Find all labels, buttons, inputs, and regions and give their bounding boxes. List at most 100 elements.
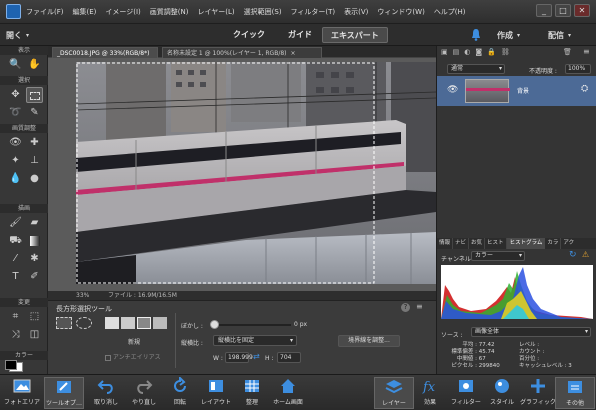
adjustment-layer-icon[interactable]: ◐ [464, 48, 470, 58]
subtract-selection-icon[interactable] [137, 317, 151, 329]
quick-selection-tool-icon[interactable]: ✎ [26, 105, 43, 121]
refine-edge-button[interactable]: 境界線を調整... [338, 335, 400, 347]
pencil-tool-icon[interactable]: ✐ [26, 269, 43, 285]
layers-button[interactable]: レイヤー [374, 377, 414, 409]
brush-tool-icon[interactable]: 🖌 [7, 215, 24, 231]
move-tool-icon[interactable]: ✥ [7, 87, 24, 103]
clone-stamp-tool-icon[interactable]: ⊥ [26, 153, 43, 169]
custom-shape-tool-icon[interactable]: ✱ [26, 251, 43, 267]
menu-view[interactable]: 表示(V) [344, 7, 368, 17]
blur-tool-icon[interactable]: 💧 [7, 171, 24, 187]
opacity-input[interactable]: 100% [565, 64, 591, 74]
content-aware-move-tool-icon[interactable]: ⤨ [7, 327, 24, 343]
height-input[interactable]: 704 [277, 352, 301, 363]
open-button[interactable]: 開く ▾ [6, 27, 29, 43]
crop-tool-icon[interactable]: ⌗ [7, 309, 24, 325]
tab-histogram[interactable]: ヒストグラム [506, 238, 546, 249]
options-menu-icon[interactable]: ≡ [416, 302, 423, 311]
menu-edit[interactable]: 編集(E) [73, 7, 97, 17]
new-selection-icon[interactable] [105, 317, 119, 329]
lock-icon[interactable]: 🔒 [487, 48, 496, 58]
tab-quick[interactable]: クイック [225, 27, 273, 43]
foreground-color-swatch[interactable] [5, 360, 17, 370]
ellipse-marquee-option-icon[interactable] [76, 317, 92, 329]
document-tab-1[interactable]: _DSC0018.JPG @ 33%(RGB/8*) × [52, 47, 158, 68]
type-tool-icon[interactable]: T [7, 269, 24, 285]
tool-options-button[interactable]: ツールオプ… [44, 377, 84, 409]
document-tab-2[interactable]: 名称未設定 1 @ 100%(レイヤー 1, RGB/8) × [162, 47, 322, 58]
styles-button[interactable]: スタイル [482, 377, 522, 409]
undo-button[interactable]: 取り消し [86, 377, 126, 409]
tab-navigator[interactable]: ナビ [453, 238, 470, 249]
width-input[interactable]: 198.999 [225, 352, 253, 363]
blend-mode-select[interactable]: 通常 ▾ [447, 64, 505, 74]
share-button[interactable]: 配信 ▾ [548, 27, 571, 43]
straighten-tool-icon[interactable]: ◫ [26, 327, 43, 343]
swap-dimensions-icon[interactable]: ⇄ [253, 352, 260, 361]
menu-select[interactable]: 選択範囲(S) [244, 7, 282, 17]
effects-button[interactable]: fx 効果 [410, 377, 450, 409]
lasso-tool-icon[interactable]: ➰ [7, 105, 24, 121]
rotate-button[interactable]: 回転 [160, 377, 200, 409]
spot-healing-tool-icon[interactable]: ✚ [26, 135, 43, 151]
canvas-area[interactable] [48, 58, 436, 291]
panel-menu-icon[interactable]: ≡ [583, 47, 590, 56]
sponge-tool-icon[interactable]: ● [26, 171, 43, 187]
smart-brush-tool-icon[interactable]: ✦ [7, 153, 24, 169]
layer-lock-icon[interactable]: ⛭ [581, 84, 588, 94]
photo-bin-button[interactable]: フォトエリア [2, 377, 42, 409]
filters-button[interactable]: フィルター [446, 377, 486, 409]
antialias-checkbox[interactable]: アンチエイリアス [105, 352, 161, 361]
menu-window[interactable]: ウィンドウ(W) [377, 7, 424, 17]
zoom-tool-icon[interactable]: 🔍 [7, 57, 24, 73]
tab-expert[interactable]: エキスパート [322, 27, 388, 43]
organizer-button[interactable]: 整理 [232, 377, 272, 409]
paint-bucket-tool-icon[interactable]: ⛟ [7, 233, 24, 249]
tab-actions[interactable]: アク [561, 238, 576, 249]
redo-button[interactable]: やり直し [124, 377, 164, 409]
graphics-button[interactable]: グラフィック [518, 377, 558, 409]
close-button[interactable]: ✕ [574, 4, 590, 17]
tab-info[interactable]: 情報 [437, 238, 454, 249]
visibility-eye-icon[interactable]: 👁 [447, 85, 458, 95]
tab-favorites[interactable]: お気 [469, 238, 486, 249]
tab-guided[interactable]: ガイド [280, 27, 320, 43]
menu-file[interactable]: ファイル(F) [26, 7, 64, 17]
minimize-button[interactable]: _ [536, 4, 552, 17]
tab-hist[interactable]: ヒスト [485, 238, 507, 249]
menu-help[interactable]: ヘルプ(H) [434, 7, 466, 17]
source-select[interactable]: 画像全体 ▾ [471, 327, 591, 337]
create-button[interactable]: 作成 ▾ [497, 27, 520, 43]
rectangle-marquee-tool-icon[interactable] [26, 87, 43, 103]
menu-layer[interactable]: レイヤー(L) [197, 7, 234, 17]
refresh-icon[interactable]: ↻ [569, 250, 577, 260]
hand-tool-icon[interactable]: ✋ [26, 57, 43, 73]
eyedropper-tool-icon[interactable]: ⁄ [7, 251, 24, 267]
add-selection-icon[interactable] [121, 317, 135, 329]
maximize-button[interactable]: □ [555, 4, 571, 17]
channel-select[interactable]: カラー ▾ [471, 251, 525, 261]
aspect-select[interactable]: 縦横比を固定 ▾ [213, 335, 297, 346]
close-tab-icon[interactable]: × [290, 50, 295, 57]
new-layer-icon[interactable]: ▣ [441, 48, 448, 58]
photo-canvas[interactable] [76, 62, 436, 284]
eraser-tool-icon[interactable]: ▰ [26, 215, 43, 231]
recompose-tool-icon[interactable]: ⬚ [26, 309, 43, 325]
intersect-selection-icon[interactable] [153, 317, 167, 329]
red-eye-tool-icon[interactable]: 👁 [7, 135, 24, 151]
trash-icon[interactable]: 🗑 [563, 48, 572, 56]
new-group-icon[interactable]: ▤ [453, 48, 460, 58]
help-icon[interactable]: ? [401, 303, 410, 312]
feather-slider-handle[interactable] [210, 320, 219, 329]
feather-slider-track[interactable] [213, 324, 291, 326]
link-icon[interactable]: ⛓ [501, 48, 510, 58]
menu-image[interactable]: イメージ(I) [105, 7, 140, 17]
layer-row[interactable]: 👁 背景 ⛭ [437, 76, 596, 106]
rectangle-marquee-option-icon[interactable] [56, 317, 72, 329]
menu-filter[interactable]: フィルター(T) [291, 7, 336, 17]
home-screen-button[interactable]: ホーム画面 [268, 377, 308, 409]
gradient-tool-icon[interactable] [26, 233, 43, 249]
tab-color[interactable]: カラ [545, 238, 562, 249]
layout-button[interactable]: レイアウト [196, 377, 236, 409]
notification-bell-icon[interactable] [471, 28, 481, 41]
